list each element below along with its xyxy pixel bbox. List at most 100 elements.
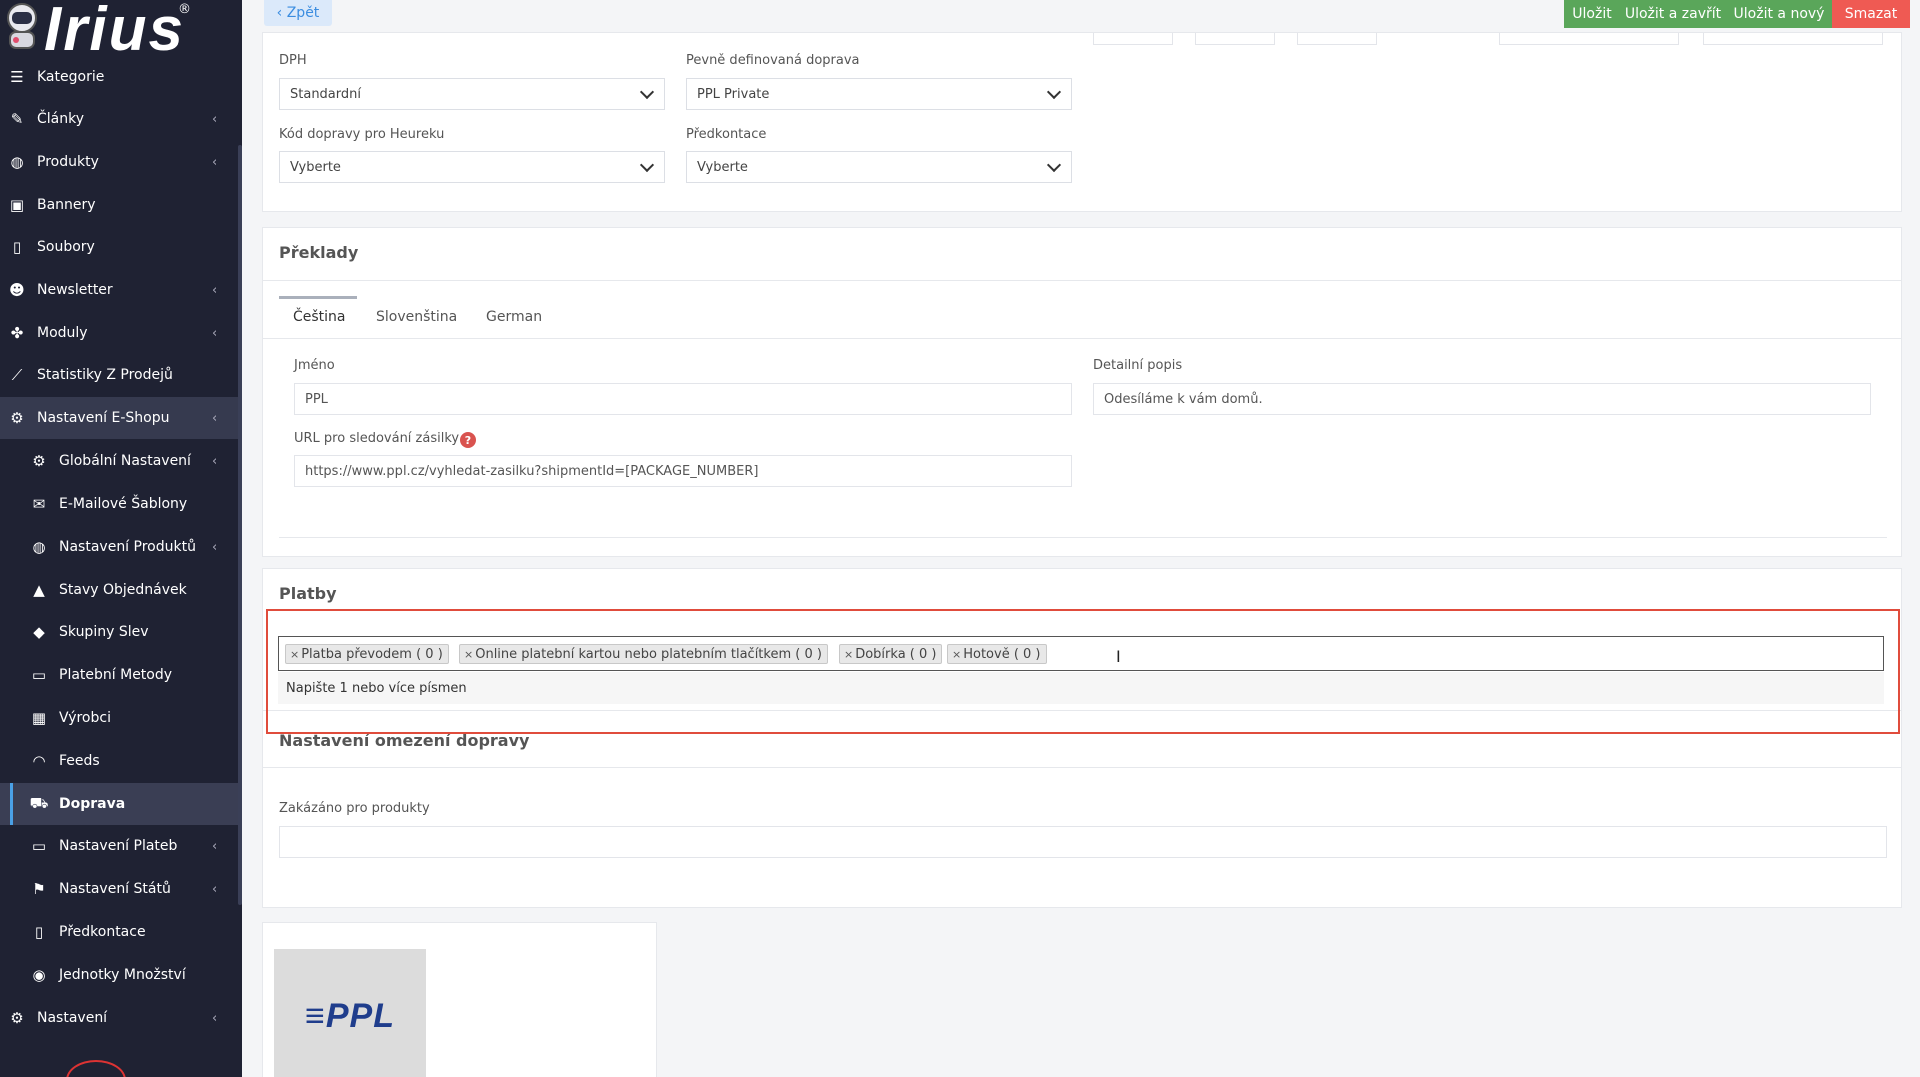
smile-icon: ☻ [9, 281, 25, 299]
divider [263, 280, 1901, 281]
divider [279, 537, 1887, 538]
sidebar-item-nastaveni-statu[interactable]: ⚑ Nastavení Států ‹ [0, 868, 238, 910]
puzzle-icon: ✤ [10, 324, 24, 342]
sidebar-item-soubory[interactable]: ▯ Soubory [0, 226, 238, 268]
help-icon[interactable]: ? [460, 432, 476, 448]
sidebar-item-platebni-metody[interactable]: ▭ Platební Metody [0, 654, 238, 696]
app-logo[interactable]: Irius ® [0, 0, 200, 64]
delete-button[interactable]: Smazat [1832, 0, 1910, 28]
sidebar-item-stavy-objednavek[interactable]: ▲ Stavy Objednávek [0, 569, 238, 611]
sidebar-item-label: Doprava [59, 796, 126, 812]
credit-card-icon: ▭ [31, 837, 47, 855]
sidebar-item-label: Výrobci [59, 710, 111, 726]
tracking-url-label: URL pro sledování zásilky [294, 431, 460, 446]
dph-select[interactable]: Standardní [279, 78, 665, 110]
save-button[interactable]: Uložit [1564, 0, 1620, 28]
tab-cestina[interactable]: Čeština [293, 309, 346, 325]
sidebar-item-bannery[interactable]: ▣ Bannery [0, 184, 238, 226]
predkontace-value: Vyberte [697, 159, 748, 175]
sidebar-item-label: Soubory [37, 239, 95, 255]
basketball-icon: ◍ [32, 538, 46, 556]
sidebar-item-feeds[interactable]: ◠ Feeds [0, 740, 238, 782]
chevron-down-icon [639, 84, 655, 100]
chevron-left-icon: ‹ [212, 282, 218, 298]
sidebar-item-label: Jednotky Množství [59, 967, 186, 983]
sidebar-item-vyrobci[interactable]: ▦ Výrobci [0, 697, 238, 739]
save-and-new-button[interactable]: Uložit a nový [1726, 0, 1832, 28]
active-tab-indicator [279, 296, 357, 299]
sidebar-item-clanky[interactable]: ✎ Články ‹ [0, 98, 238, 140]
back-button[interactable]: ‹ Zpět [264, 0, 332, 26]
sidebar-item-kategorie[interactable]: ☰ Kategorie [0, 56, 238, 98]
gear-icon: ⚙ [32, 452, 46, 470]
sidebar-item-label: Skupiny Slev [59, 624, 149, 640]
heureku-select[interactable]: Vyberte [279, 151, 665, 183]
chevron-left-icon: ‹ [212, 1010, 218, 1026]
sidebar-item-label: Feeds [59, 753, 100, 769]
sidebar-item-nastaveni[interactable]: ⚙ Nastavení ‹ [0, 997, 238, 1039]
sidebar-item-label: Platební Metody [59, 667, 173, 683]
field-stub [1703, 33, 1883, 45]
annotation-highlight-box [266, 609, 1900, 734]
toolbar: ‹ Zpět Uložit Uložit a zavřít Uložit a n… [242, 0, 1920, 30]
file-icon: ▯ [34, 923, 44, 941]
shipping-logo-image[interactable]: ≡PPL [274, 949, 426, 1077]
sidebar-item-predkontace[interactable]: ▯ Předkontace [0, 911, 238, 953]
building-icon: ▦ [31, 709, 47, 727]
cogs-icon: ⚙ [10, 1009, 24, 1027]
sidebar-item-produkty[interactable]: ◍ Produkty ‹ [0, 141, 238, 183]
divider [263, 338, 1901, 339]
rss-icon: ◠ [32, 752, 46, 770]
file-icon: ▯ [12, 238, 22, 256]
sidebar-item-newsletter[interactable]: ☻ Newsletter ‹ [0, 269, 238, 311]
sidebar-item-jednotky-mnozstvi[interactable]: ◉ Jednotky Množství [0, 954, 238, 996]
payments-title: Platby [279, 584, 337, 603]
sidebar-item-label: Stavy Objednávek [59, 582, 187, 598]
tag-icon: ◆ [33, 623, 45, 641]
chart-line-icon: ⟋ [11, 366, 23, 384]
sidebar-item-nastaveni-plateb[interactable]: ▭ Nastavení Plateb ‹ [0, 825, 238, 867]
chevron-left-icon: ‹ [212, 881, 218, 897]
description-input[interactable]: Odesíláme k vám domů. [1093, 383, 1871, 415]
dashboard-icon: ◉ [32, 966, 46, 984]
name-input[interactable]: PPL [294, 383, 1072, 415]
envelope-icon: ✉ [32, 495, 46, 513]
bell-icon: ▲ [33, 581, 45, 599]
sidebar-item-doprava[interactable]: ⛟ Doprava [0, 783, 238, 825]
astronaut-icon [7, 3, 37, 49]
flag-icon: ⚑ [32, 880, 46, 898]
predkontace-label: Předkontace [686, 127, 767, 142]
field-stub [1093, 33, 1173, 45]
predkontace-select[interactable]: Vyberte [686, 151, 1072, 183]
sidebar-item-label: Nastavení Plateb [59, 838, 178, 854]
sidebar-item-statistiky[interactable]: ⟋ Statistiky Z Prodejů [0, 354, 238, 396]
chevron-down-icon [639, 157, 655, 173]
image-icon: ▣ [9, 196, 25, 214]
forbidden-products-label: Zakázáno pro produkty [279, 801, 430, 816]
tracking-url-input[interactable]: https://www.ppl.cz/vyhledat-zasilku?ship… [294, 455, 1072, 487]
forbidden-products-input[interactable] [279, 826, 1887, 858]
active-indicator [10, 783, 13, 825]
heureku-value: Vyberte [290, 159, 341, 175]
sidebar-item-globalni-nastaveni[interactable]: ⚙ Globální Nastavení ‹ [0, 440, 238, 482]
sidebar-item-label: Statistiky Z Prodejů [37, 367, 173, 383]
sidebar-item-emailove-sablony[interactable]: ✉ E-Mailové Šablony [0, 483, 238, 525]
description-label: Detailní popis [1093, 358, 1183, 373]
name-label: Jméno [294, 358, 335, 373]
user-avatar[interactable] [66, 1060, 126, 1077]
credit-card-icon: ▭ [31, 666, 47, 684]
sidebar-item-label: Nastavení [37, 1010, 108, 1026]
field-stub [1499, 33, 1679, 45]
tab-slovenstina[interactable]: Slovenština [376, 309, 457, 325]
tab-german[interactable]: German [486, 309, 542, 325]
sidebar-item-moduly[interactable]: ✤ Moduly ‹ [0, 312, 238, 354]
chevron-left-icon: ‹ [212, 154, 218, 170]
sidebar-item-label: Produkty [37, 154, 99, 170]
save-and-close-button[interactable]: Uložit a zavřít [1620, 0, 1726, 28]
sidebar-item-skupiny-slev[interactable]: ◆ Skupiny Slev [0, 611, 238, 653]
sidebar-item-nastaveni-produktu[interactable]: ◍ Nastavení Produktů ‹ [0, 526, 238, 568]
sidebar-item-nastaveni-eshopu[interactable]: ⚙ Nastavení E-Shopu ‹ [0, 397, 238, 439]
sidebar-scrollbar[interactable] [238, 145, 242, 905]
fixed-shipping-select[interactable]: PPL Private [686, 78, 1072, 110]
sidebar-item-label: Nastavení Produktů [59, 539, 196, 555]
